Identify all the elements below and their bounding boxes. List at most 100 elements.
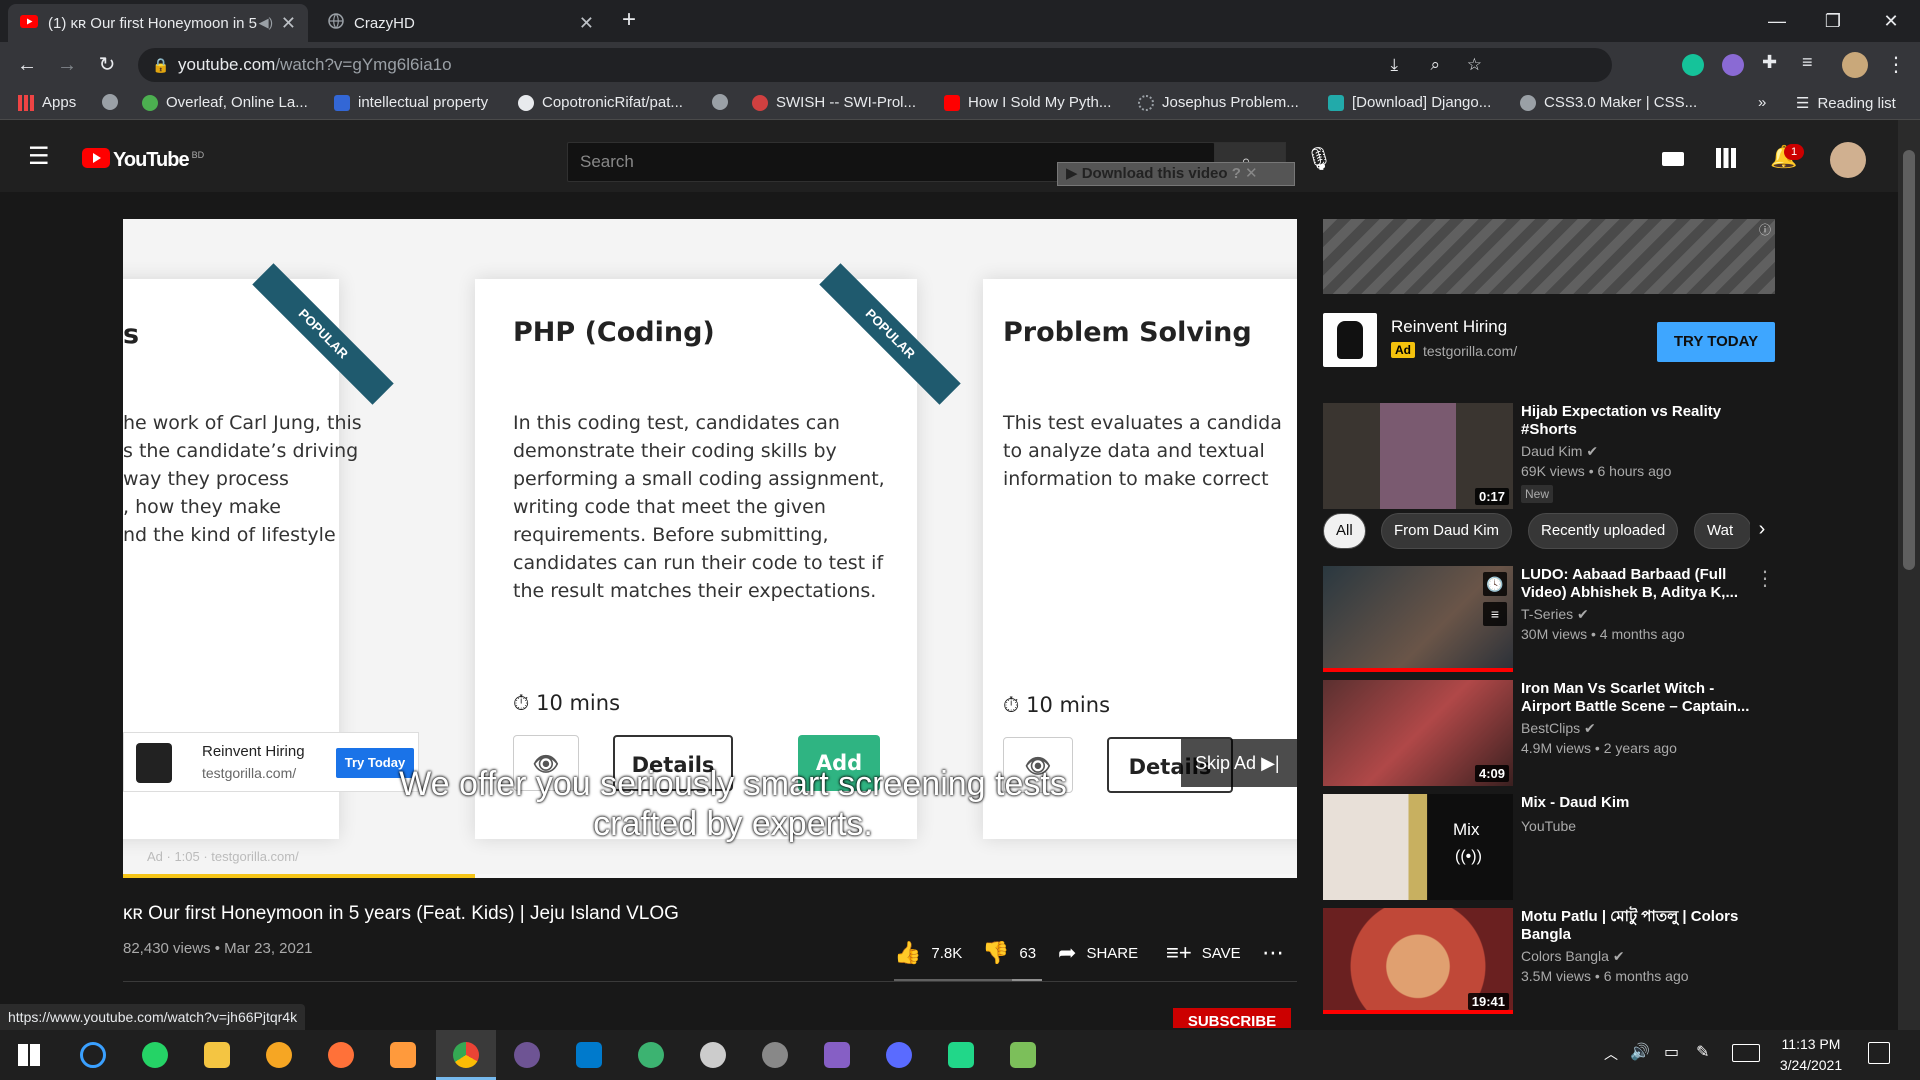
forward-button[interactable]: → [54, 52, 80, 78]
tab-youtube[interactable]: (1) ᴋʀ Our first Honeymoon in 5 years ◀)… [8, 4, 308, 42]
more-actions-icon[interactable]: ⋯ [1262, 940, 1284, 966]
bookmark-github[interactable]: CopotronicRifat/pat... [518, 94, 683, 111]
action-center-icon[interactable] [1868, 1042, 1890, 1064]
bookmark-swish[interactable]: SWISH -- SWI-Prol... [752, 94, 916, 111]
show-hidden-icons-chevron-icon[interactable]: ︿ [1604, 1044, 1618, 1064]
hamburger-menu-icon[interactable]: ☰ [28, 142, 50, 171]
messenger-icon[interactable] [886, 1042, 912, 1068]
channel-name[interactable]: Colors Bangla ✔ [1521, 948, 1625, 965]
chips-next-chevron-icon[interactable]: › [1750, 518, 1774, 544]
sidebar-ad-banner[interactable]: ⓘ [1323, 219, 1775, 294]
app-icon[interactable] [700, 1042, 726, 1068]
chip-recently-uploaded[interactable]: Recently uploaded [1528, 513, 1679, 549]
share-button[interactable]: ➦ SHARE [1058, 940, 1138, 966]
recommendation-title[interactable]: Hijab Expectation vs Reality #Shorts [1521, 403, 1761, 439]
windows-start-icon[interactable] [18, 1044, 40, 1066]
reading-list-button[interactable]: ☰ Reading list [1796, 94, 1896, 113]
bookmark-overleaf[interactable]: Overleaf, Online La... [142, 94, 308, 111]
address-bar[interactable]: 🔒 youtube.com/watch?v=gYmg6l6ia1o ⤓ ⌕ ☆ [138, 48, 1612, 82]
minimize-button[interactable]: — [1754, 6, 1800, 36]
watch-later-icon[interactable]: 🕓 [1483, 572, 1507, 596]
app-icon[interactable] [80, 1042, 106, 1068]
network-icon[interactable]: ▭ [1664, 1042, 1679, 1062]
scrollbar-thumb[interactable] [1903, 150, 1915, 570]
recommendation-item[interactable]: 4:09 Iron Man Vs Scarlet Witch - Airport… [1323, 680, 1783, 788]
bookmark-josephus[interactable]: Josephus Problem... [1138, 94, 1299, 111]
chrome-taskbar-button[interactable] [436, 1030, 496, 1080]
app-icon[interactable] [390, 1042, 416, 1068]
zoom-icon[interactable]: ⌕ [1430, 48, 1440, 82]
channel-name[interactable]: YouTube [1521, 818, 1576, 834]
create-video-icon[interactable] [1662, 152, 1684, 166]
extension-icon[interactable] [1722, 54, 1744, 76]
bookmark-django[interactable]: [Download] Django... [1328, 94, 1491, 111]
extensions-puzzle-icon[interactable]: ✚ [1762, 52, 1777, 73]
bookmark-css-maker[interactable]: CSS3.0 Maker | CSS... [1520, 94, 1697, 111]
recommendation-item[interactable]: 🕓 ≡ LUDO: Aabaad Barbaad (Full Video) Ab… [1323, 566, 1783, 674]
chip-all[interactable]: All [1323, 513, 1366, 549]
media-control-icon[interactable]: ≡ [1802, 52, 1813, 73]
video-thumbnail[interactable]: 4:09 [1323, 680, 1513, 786]
close-tab-icon[interactable]: ✕ [579, 13, 594, 34]
more-bookmarks-button[interactable]: » [1758, 94, 1766, 111]
channel-name[interactable]: Daud Kim ✔ [1521, 443, 1598, 460]
video-thumbnail[interactable]: 19:41 [1323, 908, 1513, 1014]
more-options-icon[interactable]: ⋮ [1755, 566, 1775, 591]
bookmark-intellectual-property[interactable]: intellectual property [334, 94, 488, 111]
ad-overlay-card[interactable]: Reinvent Hiring testgorilla.com/ Try Tod… [123, 732, 419, 792]
grammarly-extension-icon[interactable] [1682, 54, 1704, 76]
recommendation-title[interactable]: Motu Patlu | মোটু পাতলু | Colors Bangla [1521, 908, 1761, 944]
visual-studio-icon[interactable] [824, 1042, 850, 1068]
browser-menu-icon[interactable]: ⋮ [1886, 52, 1906, 77]
speaker-icon[interactable]: ◀) [259, 15, 273, 31]
pycharm-icon[interactable] [948, 1042, 974, 1068]
try-today-button[interactable]: TRY TODAY [1657, 322, 1775, 362]
recommendation-item[interactable]: 0:17 Hijab Expectation vs Reality #Short… [1323, 403, 1783, 511]
app-icon[interactable] [638, 1042, 664, 1068]
firefox-icon[interactable] [328, 1042, 354, 1068]
add-to-queue-icon[interactable]: ≡ [1483, 602, 1507, 626]
recommendation-item[interactable]: Mix ((•)) Mix - Daud Kim YouTube [1323, 794, 1783, 902]
apps-grid-icon[interactable] [1716, 148, 1736, 168]
recommendation-item[interactable]: 19:41 Motu Patlu | মোটু পাতলু | Colors B… [1323, 908, 1783, 1016]
app-icon[interactable] [762, 1042, 788, 1068]
recommendation-title[interactable]: Mix - Daud Kim [1521, 794, 1761, 812]
app-icon[interactable] [266, 1042, 292, 1068]
video-thumbnail[interactable]: Mix ((•)) [1323, 794, 1513, 900]
bookmark-star-icon[interactable]: ☆ [1467, 48, 1482, 82]
back-button[interactable]: ← [14, 52, 40, 78]
whatsapp-icon[interactable] [142, 1042, 168, 1068]
chip-watched[interactable]: Wat [1694, 513, 1752, 549]
profile-avatar[interactable] [1842, 52, 1868, 78]
info-icon[interactable]: ⓘ [1759, 221, 1771, 238]
download-video-button[interactable]: ▶ Download this video ? ✕ [1057, 162, 1295, 186]
video-progress-bar[interactable] [123, 874, 1297, 878]
lock-icon[interactable]: 🔒 [152, 48, 169, 82]
close-tab-icon[interactable]: ✕ [281, 13, 296, 34]
like-button[interactable]: 👍 7.8K [894, 940, 962, 966]
bookmark-globe-2[interactable] [712, 94, 736, 110]
close-window-button[interactable]: ✕ [1868, 6, 1914, 36]
bookmark-apps[interactable]: Apps [18, 94, 76, 111]
recommendation-title[interactable]: Iron Man Vs Scarlet Witch - Airport Batt… [1521, 680, 1761, 716]
skip-ad-button[interactable]: Skip Ad ▶| [1181, 739, 1297, 787]
bookmark-globe[interactable] [102, 94, 126, 110]
reload-button[interactable]: ↻ [94, 52, 120, 78]
voice-search-icon[interactable]: 🎙 [1305, 146, 1333, 172]
dislike-button[interactable]: 👎 63 [982, 940, 1036, 966]
channel-name[interactable]: T-Series ✔ [1521, 606, 1589, 623]
restore-button[interactable]: ❐ [1810, 6, 1856, 36]
account-avatar[interactable] [1830, 142, 1866, 178]
download-icon[interactable]: ⤓ [1390, 48, 1398, 82]
bookmark-youtube[interactable]: How I Sold My Pyth... [944, 94, 1111, 111]
new-tab-button[interactable]: + [622, 6, 636, 34]
file-explorer-icon[interactable] [204, 1042, 230, 1068]
video-thumbnail[interactable]: 🕓 ≡ [1323, 566, 1513, 672]
vscode-icon[interactable] [576, 1042, 602, 1068]
youtube-logo[interactable]: YouTube BD [82, 148, 204, 173]
app-icon[interactable] [1010, 1042, 1036, 1068]
system-clock[interactable]: 11:13 PM 3/24/2021 [1764, 1034, 1858, 1076]
chip-from-daud-kim[interactable]: From Daud Kim [1381, 513, 1513, 549]
video-thumbnail[interactable]: 0:17 [1323, 403, 1513, 509]
recommendation-title[interactable]: LUDO: Aabaad Barbaad (Full Video) Abhish… [1521, 566, 1761, 602]
